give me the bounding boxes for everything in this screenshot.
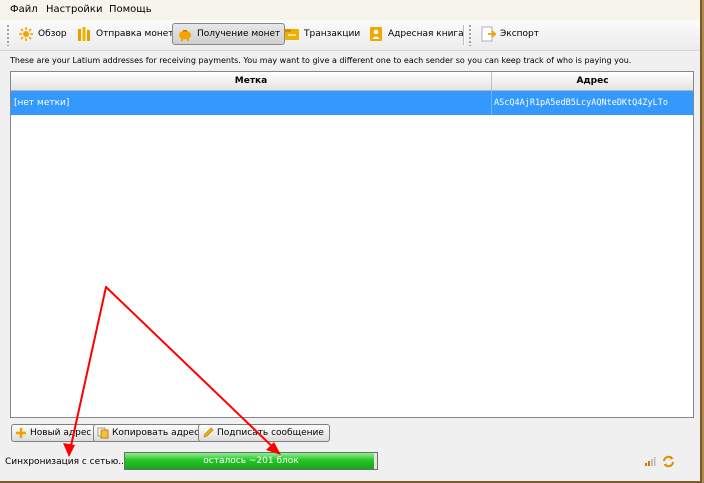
address-book-icon	[370, 27, 382, 41]
toolbar-grip[interactable]	[6, 24, 10, 46]
row-address-cell[interactable]: AScQ4AjR1pA5edB5LcyAQNteDKtQ4ZyLTo	[494, 91, 692, 115]
sync-icon[interactable]	[662, 455, 675, 468]
transactions-icon	[285, 29, 299, 40]
transactions-label: Транзакции	[304, 29, 361, 39]
address-book-label: Адресная книга	[388, 29, 464, 39]
receive-description: These are your Latium addresses for rece…	[10, 56, 632, 65]
export-label: Экспорт	[500, 29, 540, 39]
table-header: Метка Адрес	[11, 72, 693, 91]
piggy-bank-icon	[179, 30, 191, 41]
new-address-button[interactable]: Новый адрес	[11, 424, 98, 442]
copy-icon	[97, 427, 109, 439]
send-coins-label: Отправка монет	[96, 29, 174, 39]
copy-address-button[interactable]: Копировать адрес	[93, 424, 206, 442]
toolbar-separator	[463, 25, 465, 45]
receive-coins-button[interactable]: Получение монет	[172, 23, 286, 45]
sync-progress-bar: осталось ~201 блок	[124, 452, 378, 470]
sync-status-label: Синхронизация с сетью...	[5, 457, 127, 467]
sync-progress-text: осталось ~201 блок	[203, 456, 299, 466]
overview-label: Обзор	[38, 29, 67, 39]
export-button[interactable]: Экспорт	[476, 23, 543, 45]
app-window: Файл Настройки Помощь Обзор Отправка мон…	[0, 0, 702, 483]
cell-divider	[491, 91, 492, 115]
sign-message-label: Подписать сообщение	[217, 428, 324, 438]
column-header-address[interactable]: Адрес	[492, 72, 693, 90]
overview-button[interactable]: Обзор	[14, 23, 71, 45]
receive-coins-label: Получение монет	[197, 29, 281, 39]
menu-file[interactable]: Файл	[10, 4, 38, 15]
send-coins-icon	[78, 27, 90, 41]
toolbar-grip-2[interactable]	[468, 24, 472, 46]
toolbar: Обзор Отправка монет Получение монет Тра…	[0, 20, 700, 51]
pencil-icon	[203, 427, 214, 438]
new-address-label: Новый адрес	[30, 428, 92, 438]
address-table[interactable]: Метка Адрес [нет метки] AScQ4AjR1pA5edB5…	[10, 71, 694, 418]
plus-icon	[16, 428, 26, 438]
menu-settings[interactable]: Настройки	[46, 4, 102, 15]
column-header-label[interactable]: Метка	[11, 72, 491, 90]
sign-message-button[interactable]: Подписать сообщение	[198, 424, 330, 442]
transactions-button[interactable]: Транзакции	[280, 23, 364, 45]
row-label-cell[interactable]: [нет метки]	[14, 91, 484, 115]
menu-help[interactable]: Помощь	[109, 4, 152, 15]
address-book-button[interactable]: Адресная книга	[364, 23, 468, 45]
connections-icon[interactable]	[644, 455, 656, 467]
status-icons	[644, 455, 675, 468]
overview-icon	[19, 27, 33, 41]
export-icon	[481, 26, 496, 42]
menu-bar: Файл Настройки Помощь	[0, 0, 700, 21]
table-row[interactable]: [нет метки] AScQ4AjR1pA5edB5LcyAQNteDKtQ…	[11, 91, 693, 115]
send-coins-button[interactable]: Отправка монет	[72, 23, 178, 45]
copy-address-label: Копировать адрес	[112, 428, 200, 438]
